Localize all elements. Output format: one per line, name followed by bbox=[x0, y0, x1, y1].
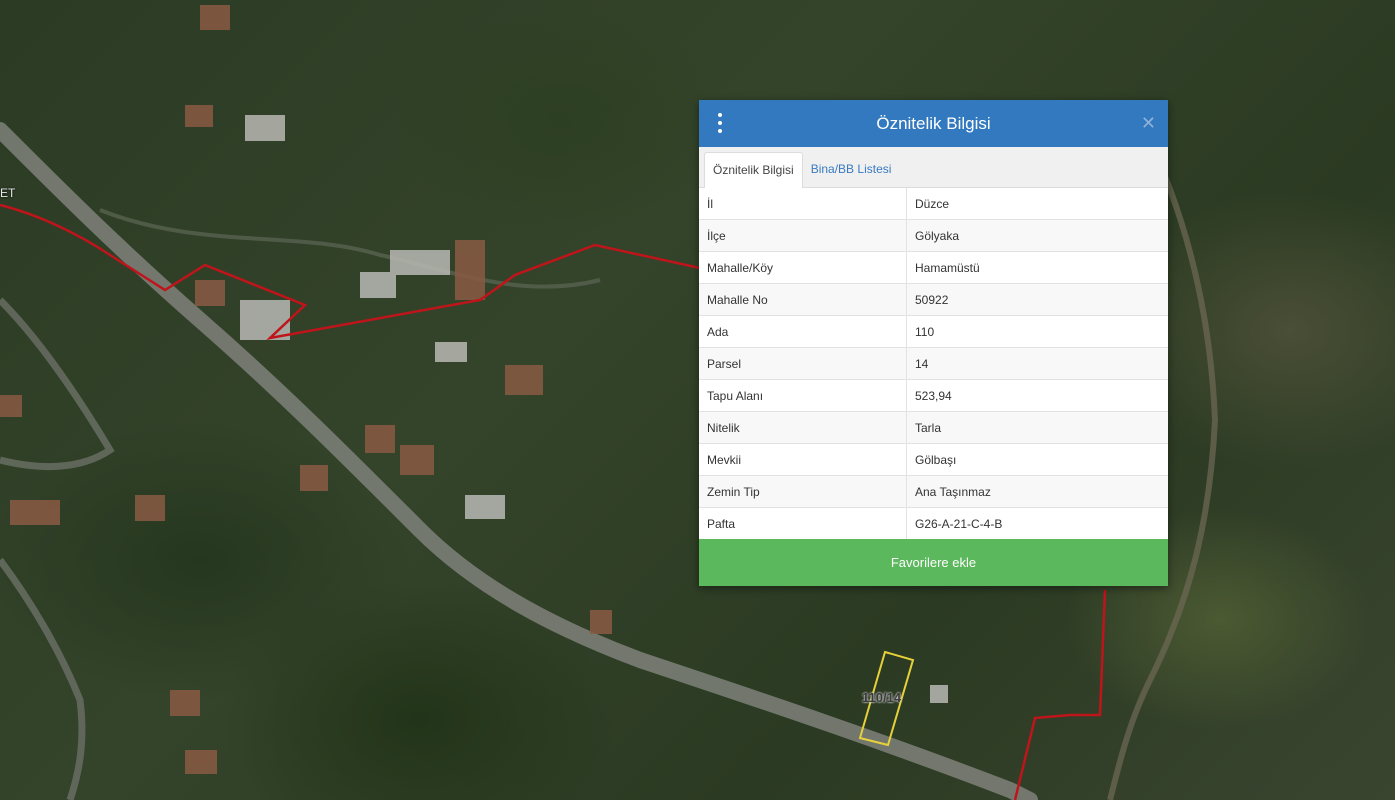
panel-header: Öznitelik Bilgisi ✕ bbox=[699, 100, 1168, 147]
row-key: İlçe bbox=[699, 219, 907, 252]
map-edge-label: ET bbox=[0, 186, 16, 200]
table-row: İl Düzce bbox=[699, 188, 1168, 220]
table-row: Mevkii Gölbaşı bbox=[699, 443, 1168, 476]
row-key: Zemin Tip bbox=[699, 475, 907, 508]
row-value: 50922 bbox=[906, 283, 1168, 316]
table-row: Mahalle No 50922 bbox=[699, 283, 1168, 316]
side-road-2 bbox=[0, 557, 86, 800]
table-row: İlçe Gölyaka bbox=[699, 219, 1168, 252]
parcel-label: 110/14 bbox=[862, 690, 902, 705]
panel-tabs: Öznitelik Bilgisi Bina/BB Listesi bbox=[699, 147, 1168, 188]
row-value: Ana Taşınmaz bbox=[906, 475, 1168, 508]
row-key: Tapu Alanı bbox=[699, 379, 907, 412]
attribute-info-panel: Öznitelik Bilgisi ✕ Öznitelik Bilgisi Bi… bbox=[699, 100, 1168, 586]
row-value: 110 bbox=[906, 315, 1168, 348]
table-row: Mahalle/Köy Hamamüstü bbox=[699, 251, 1168, 284]
satellite-map[interactable]: ET 110/14 bbox=[0, 0, 1395, 800]
row-value: Gölbaşı bbox=[906, 443, 1168, 476]
tab-attribute-info[interactable]: Öznitelik Bilgisi bbox=[704, 152, 803, 188]
row-value: Düzce bbox=[915, 196, 950, 211]
row-value: 523,94 bbox=[906, 379, 1168, 412]
boundary-line-east bbox=[1013, 589, 1107, 800]
row-value: Gölyaka bbox=[906, 219, 1168, 252]
row-key: Mevkii bbox=[699, 443, 907, 476]
row-key: Parsel bbox=[699, 347, 907, 380]
vertical-ellipsis-icon[interactable] bbox=[715, 113, 725, 133]
table-row: Nitelik Tarla bbox=[699, 411, 1168, 444]
table-row: Pafta G26-A-21-C-4-B bbox=[699, 507, 1168, 539]
tab-building-list[interactable]: Bina/BB Listesi bbox=[803, 152, 900, 187]
row-key: Mahalle No bbox=[699, 283, 907, 316]
add-to-favorites-button[interactable]: Favorilere ekle bbox=[699, 539, 1168, 586]
row-value: 14 bbox=[906, 347, 1168, 380]
attribute-table: İl Düzce İlçe Gölyaka Mahalle/Köy Hamamü… bbox=[699, 188, 1168, 539]
table-row: Tapu Alanı 523,94 bbox=[699, 379, 1168, 412]
buildings bbox=[0, 5, 612, 774]
row-key: Pafta bbox=[699, 507, 907, 539]
row-value: Tarla bbox=[906, 411, 1168, 444]
stream bbox=[99, 208, 601, 289]
table-row: Parsel 14 bbox=[699, 347, 1168, 380]
close-icon[interactable]: ✕ bbox=[1141, 113, 1156, 133]
side-road-1 bbox=[0, 297, 115, 470]
row-value: Hamamüstü bbox=[906, 251, 1168, 284]
row-key: İl bbox=[699, 188, 907, 220]
table-row: Ada 110 bbox=[699, 315, 1168, 348]
row-key: Nitelik bbox=[699, 411, 907, 444]
row-key: Ada bbox=[699, 315, 907, 348]
map-overlay bbox=[0, 5, 1219, 800]
panel-title: Öznitelik Bilgisi bbox=[876, 113, 991, 133]
row-value: G26-A-21-C-4-B bbox=[906, 507, 1168, 539]
table-row: Zemin Tip Ana Taşınmaz bbox=[699, 475, 1168, 508]
row-key: Mahalle/Köy bbox=[699, 251, 907, 284]
